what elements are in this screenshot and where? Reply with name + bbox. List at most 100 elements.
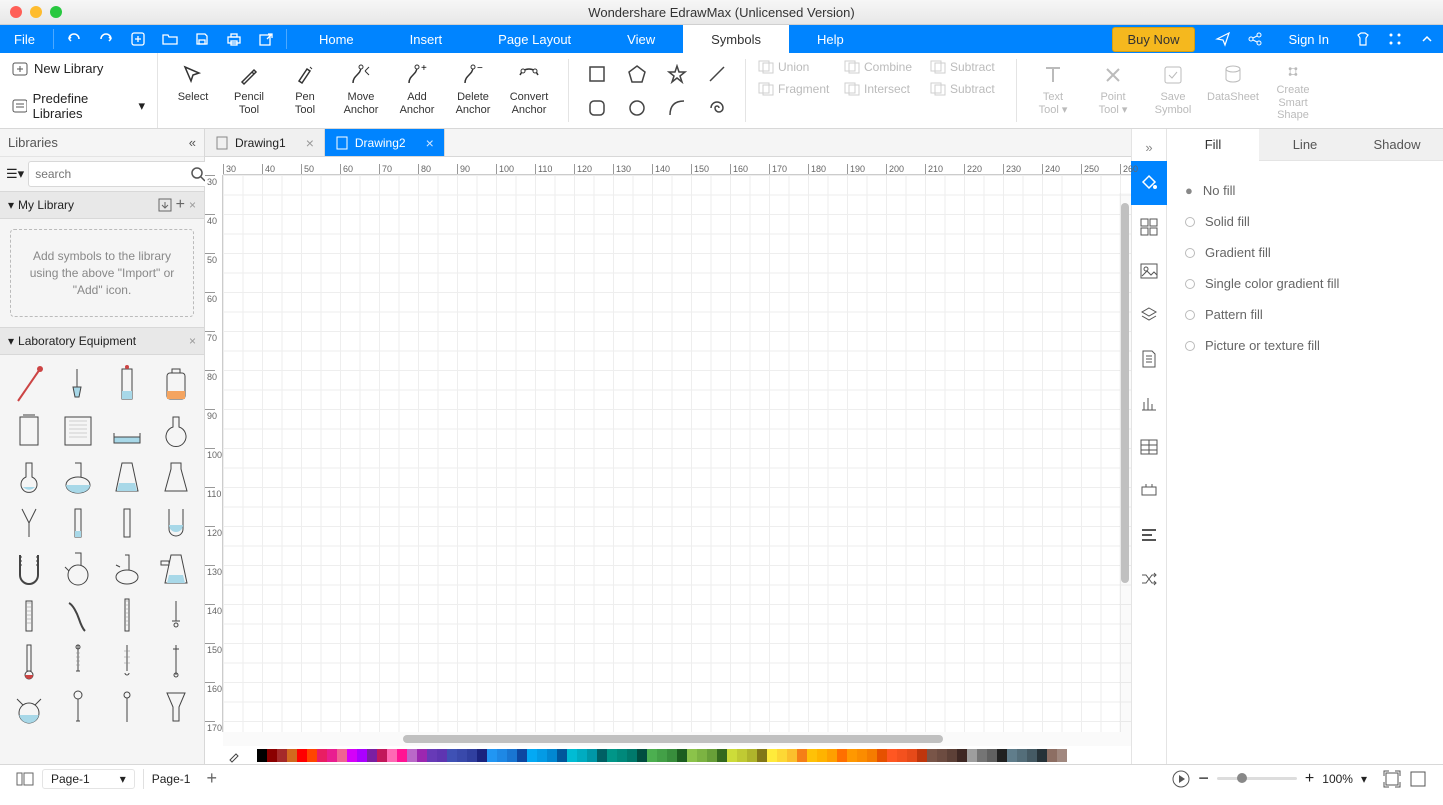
color-swatch[interactable] [707, 749, 717, 762]
doc-tab-drawing1[interactable]: Drawing1× [205, 129, 325, 156]
predefine-libraries-button[interactable]: Predefine Libraries ▾ [10, 87, 147, 125]
lab-shape-29[interactable] [55, 683, 100, 729]
lab-shape-20[interactable] [6, 591, 51, 637]
fill-option-solid-fill[interactable]: Solid fill [1185, 206, 1425, 237]
zoom-value[interactable]: 100% [1322, 772, 1353, 786]
lab-shape-14[interactable] [104, 499, 149, 545]
convert-anchor[interactable]: ConvertAnchor [504, 59, 554, 116]
lab-shape-7[interactable] [153, 407, 198, 453]
color-swatch[interactable] [787, 749, 797, 762]
color-swatch[interactable] [657, 749, 667, 762]
undo-icon[interactable] [58, 25, 90, 53]
color-swatch[interactable] [667, 749, 677, 762]
lab-shape-30[interactable] [104, 683, 149, 729]
color-swatch[interactable] [567, 749, 577, 762]
lab-shape-22[interactable] [104, 591, 149, 637]
minimize-window-icon[interactable] [30, 6, 42, 18]
color-swatch[interactable] [877, 749, 887, 762]
color-swatch[interactable] [917, 749, 927, 762]
color-swatch[interactable] [1007, 749, 1017, 762]
color-swatch[interactable] [827, 749, 837, 762]
color-swatch[interactable] [497, 749, 507, 762]
color-swatch[interactable] [597, 749, 607, 762]
lab-shape-6[interactable] [104, 407, 149, 453]
eyedropper-icon[interactable] [227, 747, 243, 763]
canvas-grid[interactable] [223, 175, 1131, 732]
search-input[interactable] [28, 161, 213, 187]
fill-option-no-fill[interactable]: ●No fill [1185, 175, 1425, 206]
star-tool[interactable] [659, 59, 695, 89]
library-menu-icon[interactable]: ☰▾ [6, 166, 24, 182]
horizontal-scrollbar[interactable] [223, 732, 1131, 746]
color-swatch[interactable] [307, 749, 317, 762]
add-icon[interactable]: + [176, 196, 185, 214]
lab-shape-16[interactable] [6, 545, 51, 591]
color-swatch[interactable] [927, 749, 937, 762]
color-swatch[interactable] [507, 749, 517, 762]
dimension-icon[interactable] [1131, 469, 1167, 513]
panel-tab-fill[interactable]: Fill [1167, 129, 1259, 161]
color-swatch[interactable] [847, 749, 857, 762]
lab-shape-31[interactable] [153, 683, 198, 729]
rectangle-tool[interactable] [579, 59, 615, 89]
color-swatch[interactable] [427, 749, 437, 762]
presentation-icon[interactable] [1172, 770, 1190, 788]
color-swatch[interactable] [857, 749, 867, 762]
table-icon[interactable] [1131, 425, 1167, 469]
color-swatch[interactable] [867, 749, 877, 762]
close-icon[interactable]: × [189, 334, 196, 348]
color-swatch[interactable] [327, 749, 337, 762]
expand-panel-icon[interactable]: » [1145, 140, 1152, 155]
new-library-button[interactable]: New Library [10, 57, 147, 81]
maximize-window-icon[interactable] [50, 6, 62, 18]
color-swatch[interactable] [977, 749, 987, 762]
color-swatch[interactable] [967, 749, 977, 762]
search-icon[interactable] [190, 166, 206, 182]
buy-now-button[interactable]: Buy Now [1112, 27, 1194, 52]
color-swatch[interactable] [437, 749, 447, 762]
lab-shape-3[interactable] [153, 361, 198, 407]
color-swatch[interactable] [837, 749, 847, 762]
select-tool[interactable]: Select [168, 59, 218, 104]
fill-option-gradient-fill[interactable]: Gradient fill [1185, 237, 1425, 268]
close-window-icon[interactable] [10, 6, 22, 18]
color-swatch[interactable] [487, 749, 497, 762]
lab-shape-10[interactable] [104, 453, 149, 499]
color-swatch[interactable] [247, 749, 257, 762]
panel-tab-shadow[interactable]: Shadow [1351, 129, 1443, 160]
color-swatch[interactable] [617, 749, 627, 762]
color-swatch[interactable] [527, 749, 537, 762]
lab-shape-18[interactable] [104, 545, 149, 591]
color-swatch[interactable] [747, 749, 757, 762]
lab-shape-23[interactable] [153, 591, 198, 637]
color-swatch[interactable] [627, 749, 637, 762]
lab-shape-28[interactable] [6, 683, 51, 729]
color-swatch[interactable] [957, 749, 967, 762]
lab-shape-19[interactable] [153, 545, 198, 591]
color-swatch[interactable] [367, 749, 377, 762]
color-swatch[interactable] [467, 749, 477, 762]
color-swatch[interactable] [347, 749, 357, 762]
color-swatch[interactable] [377, 749, 387, 762]
zoom-out-icon[interactable]: − [1198, 768, 1209, 789]
spiral-tool[interactable] [699, 93, 735, 123]
color-swatch[interactable] [727, 749, 737, 762]
color-swatch[interactable] [317, 749, 327, 762]
menu-tab-help[interactable]: Help [789, 25, 872, 53]
page-selector[interactable]: Page-1▾ [42, 769, 135, 789]
lab-shape-25[interactable] [55, 637, 100, 683]
collapse-ribbon-icon[interactable] [1411, 25, 1443, 53]
color-swatch[interactable] [257, 749, 267, 762]
color-swatch[interactable] [297, 749, 307, 762]
chart-icon[interactable] [1131, 381, 1167, 425]
color-swatch[interactable] [447, 749, 457, 762]
lab-shape-5[interactable] [55, 407, 100, 453]
lab-shape-1[interactable] [55, 361, 100, 407]
delete-anchor[interactable]: −DeleteAnchor [448, 59, 498, 116]
color-swatch[interactable] [557, 749, 567, 762]
fit-page-icon[interactable] [1383, 770, 1401, 788]
fill-option-single-color-gradient-fill[interactable]: Single color gradient fill [1185, 268, 1425, 299]
send-icon[interactable] [1207, 25, 1239, 53]
add-anchor[interactable]: +AddAnchor [392, 59, 442, 116]
lab-shape-17[interactable] [55, 545, 100, 591]
